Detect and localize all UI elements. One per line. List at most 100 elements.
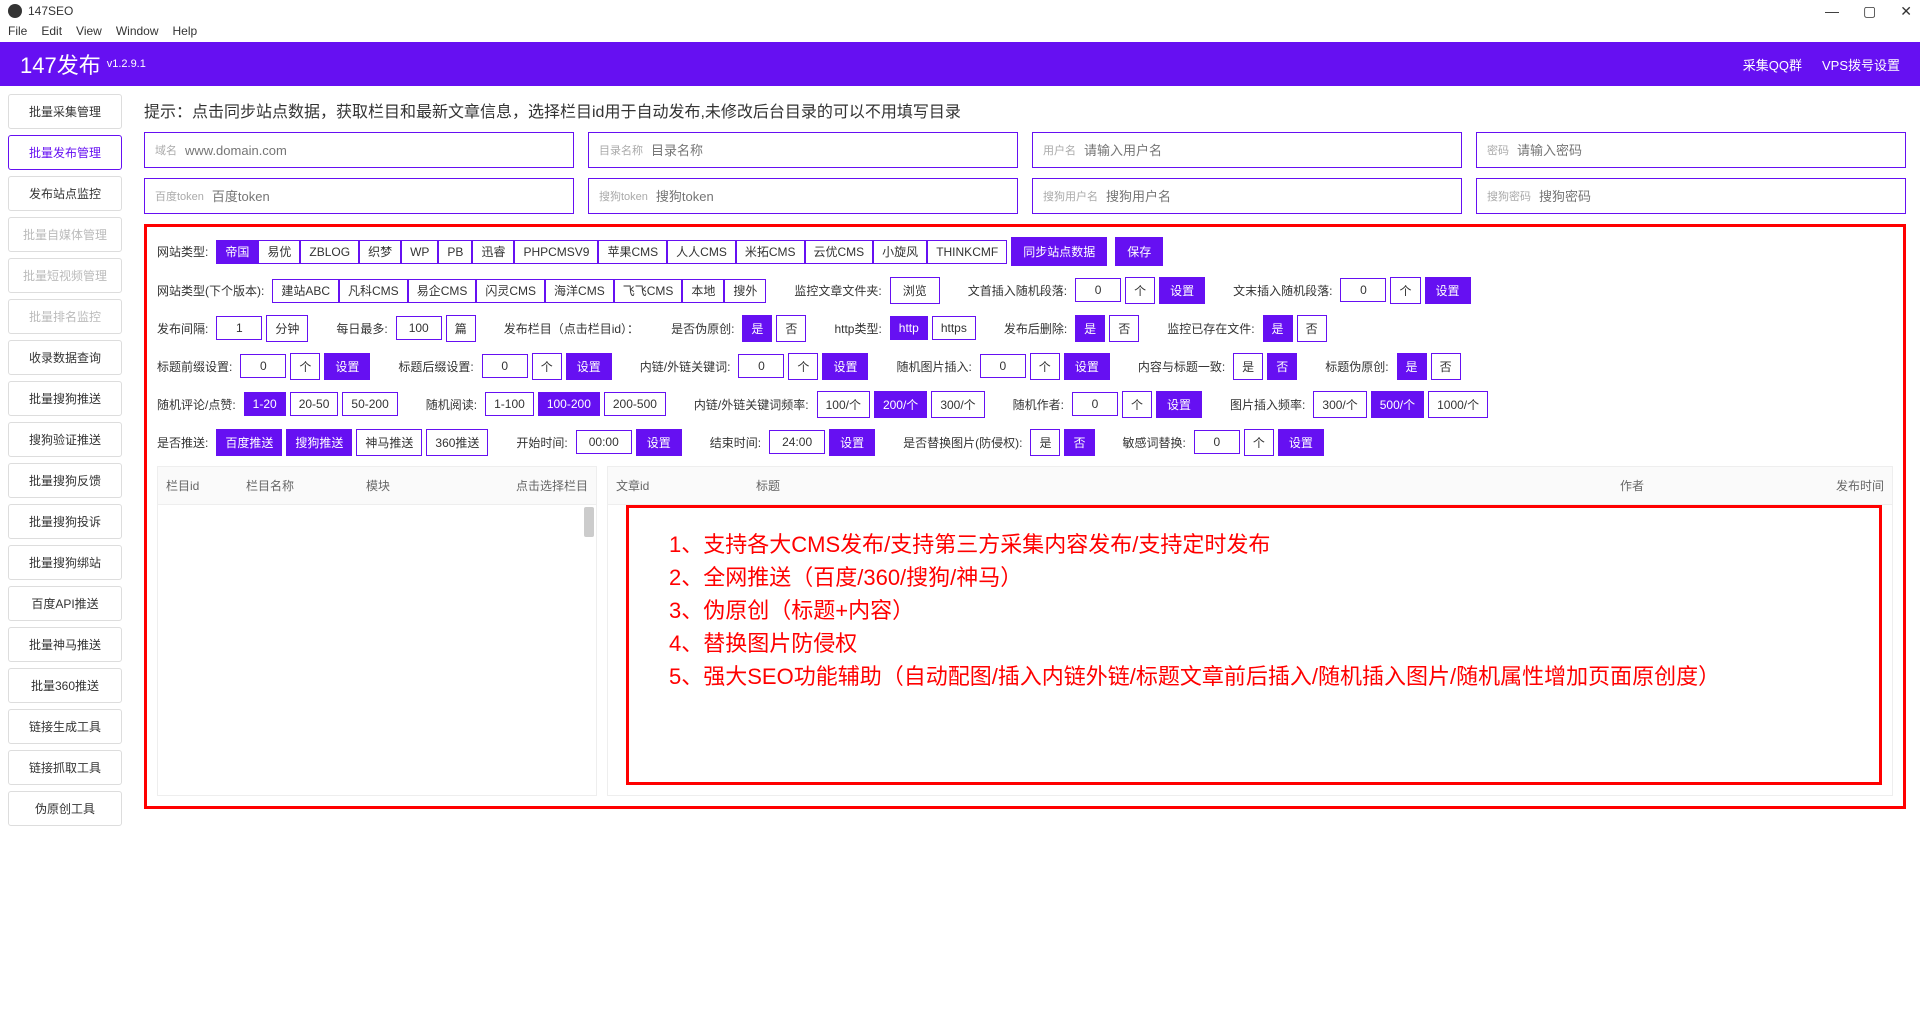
same-no[interactable]: 否 [1267, 353, 1297, 380]
header-link-qq[interactable]: 采集QQ群 [1743, 55, 1802, 74]
site-type-10[interactable]: 米拓CMS [736, 240, 805, 264]
site-type-6[interactable]: 迅睿 [472, 240, 514, 264]
monitor-yes[interactable]: 是 [1263, 315, 1293, 342]
sogou-user-field[interactable] [1106, 189, 1451, 204]
next-type-4[interactable]: 海洋CMS [545, 279, 614, 303]
site-type-2[interactable]: ZBLOG [300, 240, 359, 264]
img-freq-1[interactable]: 500/个 [1371, 391, 1424, 418]
title-pseudo-no[interactable]: 否 [1431, 353, 1461, 380]
http-option[interactable]: http [890, 316, 928, 340]
minimize-button[interactable]: — [1825, 3, 1839, 20]
dir-field[interactable] [651, 143, 1007, 158]
site-type-3[interactable]: 织梦 [359, 240, 401, 264]
sogou-token-field[interactable] [656, 189, 1007, 204]
sidebar-item-1[interactable]: 批量发布管理 [8, 135, 122, 170]
monitor-no[interactable]: 否 [1297, 315, 1327, 342]
sidebar-item-8[interactable]: 搜狗验证推送 [8, 422, 122, 457]
sidebar-item-9[interactable]: 批量搜狗反馈 [8, 463, 122, 498]
start-time-setting[interactable]: 设置 [636, 429, 682, 456]
daily-max-value[interactable]: 100 [396, 316, 442, 340]
sidebar-item-15[interactable]: 链接生成工具 [8, 709, 122, 744]
header-link-vps[interactable]: VPS拨号设置 [1822, 55, 1900, 74]
domain-field[interactable] [185, 143, 563, 158]
sidebar-item-7[interactable]: 批量搜狗推送 [8, 381, 122, 416]
site-type-8[interactable]: 苹果CMS [598, 240, 667, 264]
pseudo-yes[interactable]: 是 [742, 315, 772, 342]
next-type-0[interactable]: 建站ABC [272, 279, 339, 303]
menu-file[interactable]: File [8, 24, 27, 40]
baidu-token-field[interactable] [212, 189, 563, 204]
insert-tail-value[interactable]: 0 [1340, 278, 1386, 302]
sync-button[interactable]: 同步站点数据 [1011, 237, 1107, 266]
sidebar-item-12[interactable]: 百度API推送 [8, 586, 122, 621]
comment-opt-0[interactable]: 1-20 [244, 392, 286, 416]
site-type-1[interactable]: 易优 [258, 240, 300, 264]
https-option[interactable]: https [932, 316, 976, 340]
input-domain[interactable]: 域名 [144, 132, 574, 168]
img-freq-0[interactable]: 300/个 [1313, 391, 1366, 418]
browse-button[interactable]: 浏览 [890, 277, 940, 304]
input-sogou-pass[interactable]: 搜狗密码 [1476, 178, 1906, 214]
menu-window[interactable]: Window [116, 24, 159, 40]
sidebar-item-2[interactable]: 发布站点监控 [8, 176, 122, 211]
delete-no[interactable]: 否 [1109, 315, 1139, 342]
site-type-11[interactable]: 云优CMS [805, 240, 874, 264]
next-type-7[interactable]: 搜外 [724, 279, 766, 303]
site-type-5[interactable]: PB [438, 240, 472, 264]
next-type-3[interactable]: 闪灵CMS [476, 279, 545, 303]
save-button[interactable]: 保存 [1115, 237, 1163, 266]
read-opt-0[interactable]: 1-100 [485, 392, 534, 416]
insert-head-value[interactable]: 0 [1075, 278, 1121, 302]
end-time-value[interactable]: 24:00 [769, 430, 825, 454]
title-pseudo-yes[interactable]: 是 [1397, 353, 1427, 380]
push-opt-0[interactable]: 百度推送 [216, 429, 282, 456]
replace-no[interactable]: 否 [1064, 429, 1094, 456]
sidebar-item-0[interactable]: 批量采集管理 [8, 94, 122, 129]
sidebar-item-6[interactable]: 收录数据查询 [8, 340, 122, 375]
push-opt-2[interactable]: 神马推送 [356, 429, 422, 456]
end-time-setting[interactable]: 设置 [829, 429, 875, 456]
sidebar-item-10[interactable]: 批量搜狗投诉 [8, 504, 122, 539]
comment-opt-2[interactable]: 50-200 [342, 392, 397, 416]
author-setting[interactable]: 设置 [1156, 391, 1202, 418]
menu-view[interactable]: View [76, 24, 102, 40]
interval-value[interactable]: 1 [216, 316, 262, 340]
start-time-value[interactable]: 00:00 [576, 430, 632, 454]
site-type-0[interactable]: 帝国 [216, 240, 258, 264]
next-type-6[interactable]: 本地 [682, 279, 724, 303]
freq-opt-0[interactable]: 100/个 [817, 391, 870, 418]
sogou-pass-field[interactable] [1539, 189, 1895, 204]
sidebar-item-16[interactable]: 链接抓取工具 [8, 750, 122, 785]
site-type-9[interactable]: 人人CMS [667, 240, 736, 264]
input-sogou-token[interactable]: 搜狗token [588, 178, 1018, 214]
read-opt-1[interactable]: 100-200 [538, 392, 600, 416]
pass-field[interactable] [1517, 143, 1895, 158]
sidebar-item-14[interactable]: 批量360推送 [8, 668, 122, 703]
next-type-5[interactable]: 飞飞CMS [614, 279, 683, 303]
title-suffix-setting[interactable]: 设置 [566, 353, 612, 380]
delete-yes[interactable]: 是 [1075, 315, 1105, 342]
menu-edit[interactable]: Edit [41, 24, 62, 40]
user-field[interactable] [1084, 143, 1451, 158]
site-type-12[interactable]: 小旋风 [873, 240, 927, 264]
push-opt-1[interactable]: 搜狗推送 [286, 429, 352, 456]
replace-yes[interactable]: 是 [1030, 429, 1060, 456]
insert-tail-setting[interactable]: 设置 [1425, 277, 1471, 304]
comment-opt-1[interactable]: 20-50 [290, 392, 339, 416]
maximize-button[interactable]: ▢ [1863, 3, 1876, 20]
site-type-13[interactable]: THINKCMF [927, 240, 1007, 264]
insert-head-setting[interactable]: 设置 [1159, 277, 1205, 304]
title-prefix-setting[interactable]: 设置 [324, 353, 370, 380]
next-type-2[interactable]: 易企CMS [408, 279, 477, 303]
site-type-4[interactable]: WP [401, 240, 438, 264]
sidebar-item-17[interactable]: 伪原创工具 [8, 791, 122, 826]
freq-opt-2[interactable]: 300/个 [931, 391, 984, 418]
input-pass[interactable]: 密码 [1476, 132, 1906, 168]
input-baidu-token[interactable]: 百度token [144, 178, 574, 214]
freq-opt-1[interactable]: 200/个 [874, 391, 927, 418]
sidebar-item-11[interactable]: 批量搜狗绑站 [8, 545, 122, 580]
same-yes[interactable]: 是 [1233, 353, 1263, 380]
scrollbar-thumb[interactable] [584, 507, 594, 537]
random-img-setting[interactable]: 设置 [1064, 353, 1110, 380]
read-opt-2[interactable]: 200-500 [604, 392, 666, 416]
